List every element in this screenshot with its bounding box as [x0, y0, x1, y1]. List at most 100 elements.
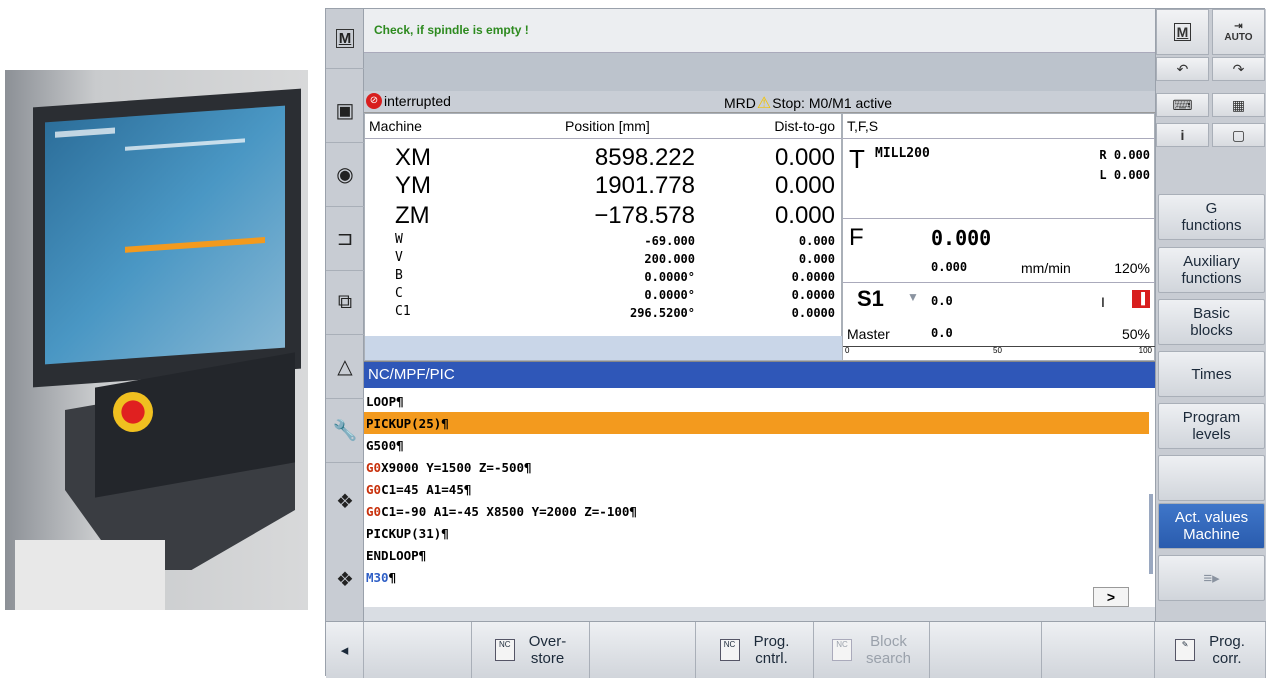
vertical-softkey-bar: M ⇥ AUTO ↶ ↷ ⌨ ▦ i ▢ G functions Auxiliar…	[1155, 9, 1266, 621]
softkey-prog-corr[interactable]: ✎ Prog. corr.	[1155, 622, 1266, 678]
axis-dist: 0.000	[774, 144, 835, 171]
more-icon: ≡▸	[1203, 569, 1220, 587]
softkey-h1[interactable]	[364, 622, 472, 678]
softkey-times[interactable]: Times	[1158, 351, 1265, 397]
program-line[interactable]: PICKUP(31)¶	[364, 522, 1155, 544]
program-line[interactable]: G0 C1=45 A1=45¶	[364, 478, 1155, 500]
axis-name: B	[395, 268, 403, 283]
feed-value: 0.000	[931, 226, 992, 250]
softkey-block-search[interactable]: NC Block search	[814, 622, 930, 678]
prog-correct-icon: ✎	[1175, 639, 1196, 661]
axis-pane-footer	[365, 336, 843, 360]
master-value: 0.0	[931, 326, 953, 340]
auto-mode-button[interactable]: ⇥ AUTO	[1212, 9, 1265, 55]
softkey-h7[interactable]	[1042, 622, 1155, 678]
message-text: Check, if spindle is empty !	[374, 23, 529, 37]
softkey-more[interactable]: ≡▸	[1158, 555, 1265, 601]
message-bar: Check, if spindle is empty !	[364, 9, 1155, 53]
feed-actual: 0.000	[931, 260, 968, 274]
photo-base	[15, 540, 165, 610]
feed-unit: mm/min	[1021, 260, 1071, 276]
copy-icon[interactable]: ⧉	[326, 271, 364, 335]
block-search-icon: NC	[831, 639, 852, 661]
tool-radius: R 0.000	[1099, 148, 1150, 162]
program-line[interactable]: G0 C1=-90 A1=-45 X8500 Y=2000 Z=-100¶	[364, 500, 1155, 522]
hmi-screen: M ▣ ◉ ⊐ ⧉ △ 🔧 ❖ ❖ Check, if spindle is e…	[325, 8, 1266, 678]
axis-position: −178.578	[594, 202, 695, 229]
tfs-header: T,F,S	[847, 118, 879, 134]
program-icon[interactable]: ⊐	[326, 207, 364, 271]
alarm-icon[interactable]: △	[326, 335, 364, 399]
tfs-pane: T,F,S T MILL200 R 0.000 L 0.000 F 0.000 …	[842, 113, 1156, 361]
program-editor: NC/MPF/PIC LOOP¶ PICKUP(25)¶ G500¶ G0 X9…	[364, 361, 1155, 607]
tool-length: L 0.000	[1099, 168, 1150, 182]
axis-name: XM	[395, 144, 431, 171]
tool-label: T	[849, 144, 865, 174]
axis-dist: 0.0000	[791, 270, 835, 284]
tool-name: MILL200	[875, 146, 930, 161]
keyboard-icon[interactable]: ⌨	[1156, 93, 1209, 117]
undo-icon[interactable]: ↶	[1156, 57, 1209, 81]
calculator-icon[interactable]: ▦	[1212, 93, 1265, 117]
axis-position: 0.0000°	[644, 270, 695, 284]
softkey-g-functions[interactable]: G functions	[1158, 194, 1265, 240]
program-line[interactable]: ENDLOOP¶	[364, 544, 1155, 566]
photo-monitor-screen	[45, 105, 285, 365]
axis-name: C1	[395, 304, 411, 319]
softkey-h3[interactable]	[590, 622, 696, 678]
axis-dist: 0.000	[774, 172, 835, 199]
axis-dist: 0.0000	[791, 306, 835, 320]
softkey-program-levels[interactable]: Program levels	[1158, 403, 1265, 449]
program-line-current[interactable]: PICKUP(25)¶	[364, 412, 1149, 434]
axis-position: -69.000	[644, 234, 695, 248]
scale-max: 100	[1138, 346, 1152, 355]
alarm-text: Stop: M0/M1 active	[772, 95, 893, 111]
reset-icon[interactable]: ◉	[326, 143, 364, 207]
axis-position: 200.000	[644, 252, 695, 266]
softkey-overstore[interactable]: NC Over- store	[472, 622, 590, 678]
softkey-h6[interactable]	[930, 622, 1042, 678]
redo-icon[interactable]: ↷	[1212, 57, 1265, 81]
horizontal-softkey-bar: ◂ NC Over- store NC Prog. cntrl. NC Block s…	[326, 621, 1266, 678]
setup-wrench-icon[interactable]: 🔧	[326, 399, 364, 463]
softkey-basic-blocks[interactable]: Basic blocks	[1158, 299, 1265, 345]
col-position-header: Position [mm]	[565, 118, 650, 134]
overstore-icon: NC	[494, 639, 515, 661]
feed-label: F	[849, 224, 864, 251]
spindle-dropdown-icon[interactable]: ▼	[907, 290, 919, 304]
status-state: interrupted	[384, 93, 451, 109]
axis-dist: 0.000	[798, 252, 835, 266]
scale-min: 0	[845, 346, 850, 355]
photo-emergency-stop	[113, 392, 153, 432]
channel-label: MRD	[724, 95, 756, 111]
camera-icon[interactable]: ▢	[1212, 123, 1265, 147]
axis-dist: 0.0000	[791, 288, 835, 302]
info-icon[interactable]: i	[1156, 123, 1209, 147]
axis-position-pane: Machine Position [mm] Dist-to-go XM 8598…	[364, 113, 843, 361]
left-toolbar: M ▣ ◉ ⊐ ⧉ △ 🔧 ❖ ❖	[326, 9, 364, 669]
pickup-marker-icon: ❖	[336, 490, 354, 513]
softkey-act-values-machine[interactable]: Act. values Machine	[1158, 503, 1265, 549]
machine-area-icon[interactable]: M	[1156, 9, 1209, 55]
axis-position: 8598.222	[594, 144, 695, 171]
program-line[interactable]: G500¶	[364, 434, 1155, 456]
spindle-label[interactable]: S1	[857, 286, 884, 312]
softkey-empty[interactable]	[1158, 455, 1265, 501]
softkey-auxiliary-functions[interactable]: Auxiliary functions	[1158, 247, 1265, 293]
machine-mode-icon[interactable]: M	[326, 9, 364, 69]
program-line[interactable]: LOOP¶	[364, 390, 1155, 412]
program-line[interactable]: G0 X9000 Y=1500 Z=-500¶	[364, 456, 1155, 478]
col-machine-header: Machine	[369, 118, 422, 134]
scroll-right-button[interactable]: >	[1093, 587, 1129, 607]
mdi-icon[interactable]: ▣	[326, 79, 364, 143]
back-button[interactable]: ◂	[326, 622, 364, 678]
axis-dist: 0.000	[798, 234, 835, 248]
axis-name: C	[395, 286, 403, 301]
axis-name: ZM	[395, 202, 430, 229]
softkey-prog-cntrl[interactable]: NC Prog. cntrl.	[696, 622, 814, 678]
prog-control-icon: NC	[719, 639, 740, 661]
program-scrollbar[interactable]	[1149, 494, 1153, 574]
axis-name: W	[395, 232, 403, 247]
warning-icon: ⚠	[756, 95, 772, 112]
program-line[interactable]: M30 ¶	[364, 566, 1155, 588]
